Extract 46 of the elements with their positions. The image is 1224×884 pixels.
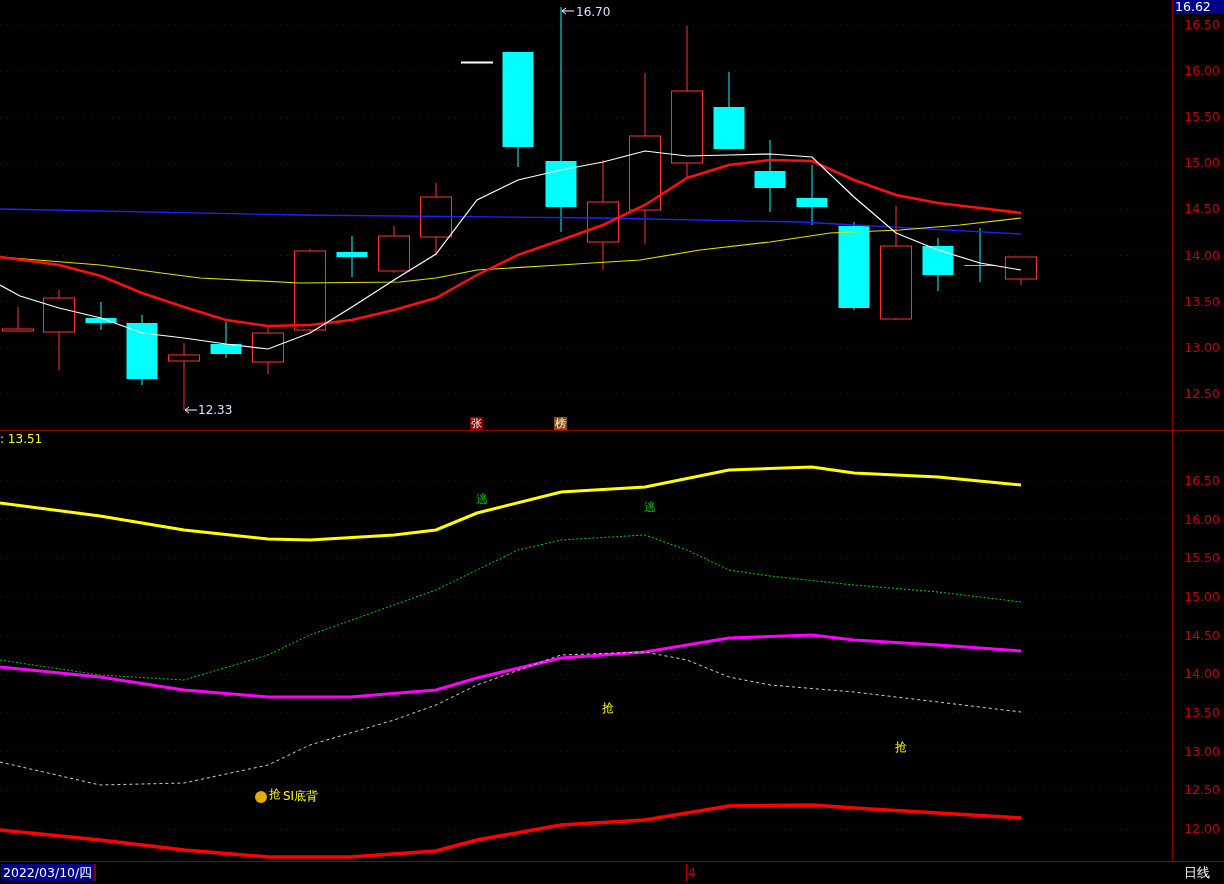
axis-tick-label: 14.50	[1184, 628, 1220, 643]
axis-tick-label: 15.00	[1184, 156, 1220, 171]
low-price-label: 12.33	[198, 403, 233, 417]
high-arrow-icon	[561, 7, 575, 15]
axis-tick-label: 13.50	[1184, 706, 1220, 720]
axis-tick-label: 15.50	[1184, 110, 1220, 125]
axis-tick-label: 16.00	[1184, 64, 1220, 79]
candlestick	[796, 164, 828, 226]
axis-tick-label: 15.00	[1184, 590, 1220, 604]
candlestick	[336, 235, 368, 278]
axis-tick-label: 13.50	[1184, 294, 1220, 309]
signal-label: 抢	[895, 740, 907, 754]
indicator-value: : 13.51	[0, 432, 43, 446]
candlestick	[461, 61, 493, 64]
axis-tick-label: 16.50	[1184, 18, 1220, 32]
axis-tick-label: 12.50	[1184, 783, 1220, 798]
candlestick	[210, 321, 242, 359]
signal-label: 抢	[269, 787, 281, 801]
signal-label: 逃	[644, 500, 656, 514]
date-label: 2022/03/10/四	[1, 864, 97, 881]
period-label[interactable]: 日线	[1184, 864, 1210, 881]
axis-tick-label: 13.00	[1184, 744, 1220, 759]
axis-tick-label: 13.00	[1184, 340, 1220, 355]
current-price-label: 16.62	[1173, 0, 1224, 14]
axis-tick-label: 14.50	[1184, 202, 1220, 217]
axis-tick-label: 15.50	[1184, 551, 1220, 566]
candlestick	[126, 314, 158, 386]
candlestick	[378, 225, 410, 274]
axis-tick-label: 14.00	[1184, 248, 1220, 263]
signal-label: 抢	[602, 701, 614, 715]
axis-tick-label: 12.00	[1184, 822, 1220, 836]
signal-badge: 榜	[554, 417, 567, 430]
signal-badge: 张	[470, 417, 483, 430]
candlestick	[252, 324, 284, 375]
candlestick	[922, 237, 954, 292]
high-price-label: 16.70	[576, 5, 611, 19]
axis-tick-label: 14.00	[1184, 667, 1220, 682]
axis-tick-label: 16.00	[1184, 512, 1220, 527]
axis-tick-label: 16.50	[1184, 474, 1220, 488]
axis-tick-label: 12.50	[1184, 386, 1220, 401]
low-arrow-icon	[184, 406, 198, 414]
divergence-label: SI底背	[283, 789, 319, 803]
candlestick	[1005, 256, 1037, 286]
candlestick	[168, 342, 200, 411]
signal-label: 逃	[476, 492, 488, 506]
candlestick	[85, 301, 117, 331]
